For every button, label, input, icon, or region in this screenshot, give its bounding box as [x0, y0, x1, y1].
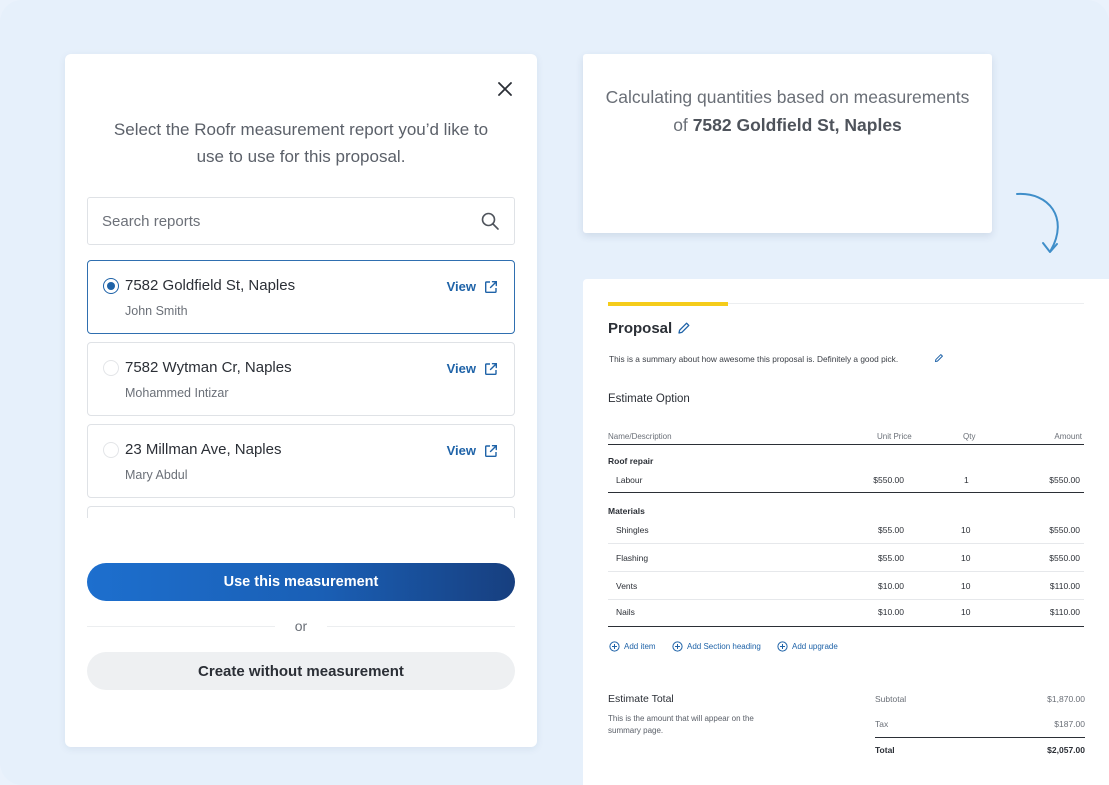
curved-arrow-icon [1016, 192, 1059, 253]
view-label: View [446, 443, 476, 458]
row-name: Shingles [616, 525, 649, 535]
section-heading-label: Materials [608, 506, 645, 516]
total-value: $2,057.00 [1047, 745, 1085, 755]
proposal-summary: This is a summary about how awesome this… [609, 354, 899, 364]
column-header: Qty [963, 432, 976, 441]
view-link[interactable]: View [447, 279, 498, 294]
add-upgrade-button[interactable]: Add upgrade [777, 641, 838, 652]
add-item-button[interactable]: Add item [609, 641, 656, 652]
modal-title: Select the Roofr measurement report you’… [113, 120, 489, 166]
row-qty: 10 [961, 553, 971, 563]
row-unit-price: $10.00 [878, 607, 904, 617]
calculating-card: Calculating quantities based on measurem… [583, 54, 992, 233]
report-item[interactable]: 23 Millman Ave, Naples Mary Abdul View [87, 424, 515, 498]
view-link[interactable]: View [447, 443, 498, 458]
report-owner: John Smith [125, 304, 188, 318]
report-address: 7582 Wytman Cr, Naples [125, 359, 292, 376]
row-amount: $110.00 [1049, 581, 1080, 591]
use-measurement-button[interactable]: Use this measurement [87, 563, 515, 601]
calculating-text: Calculating quantities based on measurem… [593, 83, 982, 139]
row-name: Nails [616, 607, 635, 617]
search-box[interactable] [87, 197, 515, 245]
column-header: Unit Price [877, 432, 912, 441]
row-qty: 1 [964, 475, 969, 485]
row-name: Flashing [616, 553, 649, 563]
row-qty: 10 [961, 525, 971, 535]
row-unit-price: $550.00 [873, 475, 904, 485]
estimate-total-description: This is the amount that will appear on t… [608, 714, 754, 735]
plus-circle-icon [609, 641, 620, 652]
estimate-total-title: Estimate Total [608, 693, 674, 705]
report-address: 7582 Goldfield St, Naples [125, 277, 296, 294]
pencil-icon[interactable] [934, 353, 944, 363]
row-unit-price: $10.00 [878, 581, 904, 591]
section-heading-label: Roof repair [608, 456, 654, 466]
row-divider [608, 571, 1084, 572]
row-name: Labour [616, 475, 643, 485]
row-amount: $550.00 [1049, 553, 1080, 563]
subtotal-value: $1,870.00 [1047, 694, 1085, 704]
add-section-heading-button[interactable]: Add Section heading [672, 641, 761, 652]
calculating-of: of [673, 115, 688, 135]
create-without-measurement-button[interactable]: Create without measurement [87, 652, 515, 690]
plus-circle-icon [672, 641, 683, 652]
row-unit-price: $55.00 [878, 525, 904, 535]
plus-circle-icon [777, 641, 788, 652]
row-qty: 10 [961, 581, 971, 591]
report-item[interactable]: 7582 Wytman Cr, Naples Mohammed Intizar … [87, 342, 515, 416]
report-item[interactable]: 7582 Goldfield St, Naples John Smith Vie… [87, 260, 515, 334]
external-link-icon [485, 444, 497, 457]
or-divider: or [87, 617, 515, 637]
table-rule [608, 492, 1084, 493]
calculating-prefix: Calculating quantities based on measurem… [605, 87, 970, 107]
view-label: View [446, 361, 476, 376]
add-item-label: Add item [624, 642, 656, 651]
report-owner: Mary Abdul [125, 468, 188, 482]
row-name: Vents [616, 581, 638, 591]
total-row: Total $2,057.00 [875, 745, 1085, 755]
divider-line [327, 626, 515, 627]
report-radio[interactable] [103, 442, 119, 458]
row-qty: 10 [961, 607, 971, 617]
row-unit-price: $55.00 [878, 553, 904, 563]
row-amount: $110.00 [1049, 607, 1080, 617]
report-list: 7582 Goldfield St, Naples John Smith Vie… [87, 260, 515, 518]
close-icon[interactable] [494, 78, 516, 100]
report-radio[interactable] [103, 278, 119, 294]
pencil-icon[interactable] [677, 321, 691, 335]
row-amount: $550.00 [1049, 525, 1080, 535]
total-label: Total [875, 745, 895, 755]
report-owner: Mohammed Intizar [125, 386, 229, 400]
report-address: 23 Millman Ave, Naples [125, 441, 282, 458]
report-item-partial[interactable] [87, 506, 515, 518]
row-divider [608, 543, 1084, 544]
calculating-address: 7582 Goldfield St, Naples [692, 115, 902, 135]
total-rule [875, 737, 1085, 738]
table-rule [608, 444, 1084, 445]
tax-row: Tax $187.00 [875, 719, 1085, 729]
subtotal-row: Subtotal $1,870.00 [875, 694, 1085, 704]
subtotal-label: Subtotal [875, 694, 907, 704]
column-header: Name/Description [608, 432, 672, 441]
row-amount: $550.00 [1049, 475, 1080, 485]
report-radio[interactable] [103, 360, 119, 376]
estimate-option-title: Estimate Option [608, 393, 690, 405]
search-icon[interactable] [480, 211, 500, 231]
row-divider [608, 599, 1084, 600]
select-report-modal: Select the Roofr measurement report you’… [65, 54, 537, 747]
view-label: View [446, 279, 476, 294]
progress-highlight [608, 302, 728, 306]
external-link-icon [485, 362, 497, 375]
tax-value: $187.00 [1054, 719, 1085, 729]
table-rule [608, 626, 1084, 627]
add-section-label: Add Section heading [687, 642, 761, 651]
column-header: Amount [1054, 432, 1082, 441]
proposal-title: Proposal [608, 320, 673, 337]
search-input[interactable] [102, 198, 472, 244]
external-link-icon [485, 280, 497, 293]
proposal-card: Proposal This is a summary about how awe… [583, 279, 1109, 785]
tax-label: Tax [875, 719, 889, 729]
add-upgrade-label: Add upgrade [792, 642, 838, 651]
view-link[interactable]: View [447, 361, 498, 376]
